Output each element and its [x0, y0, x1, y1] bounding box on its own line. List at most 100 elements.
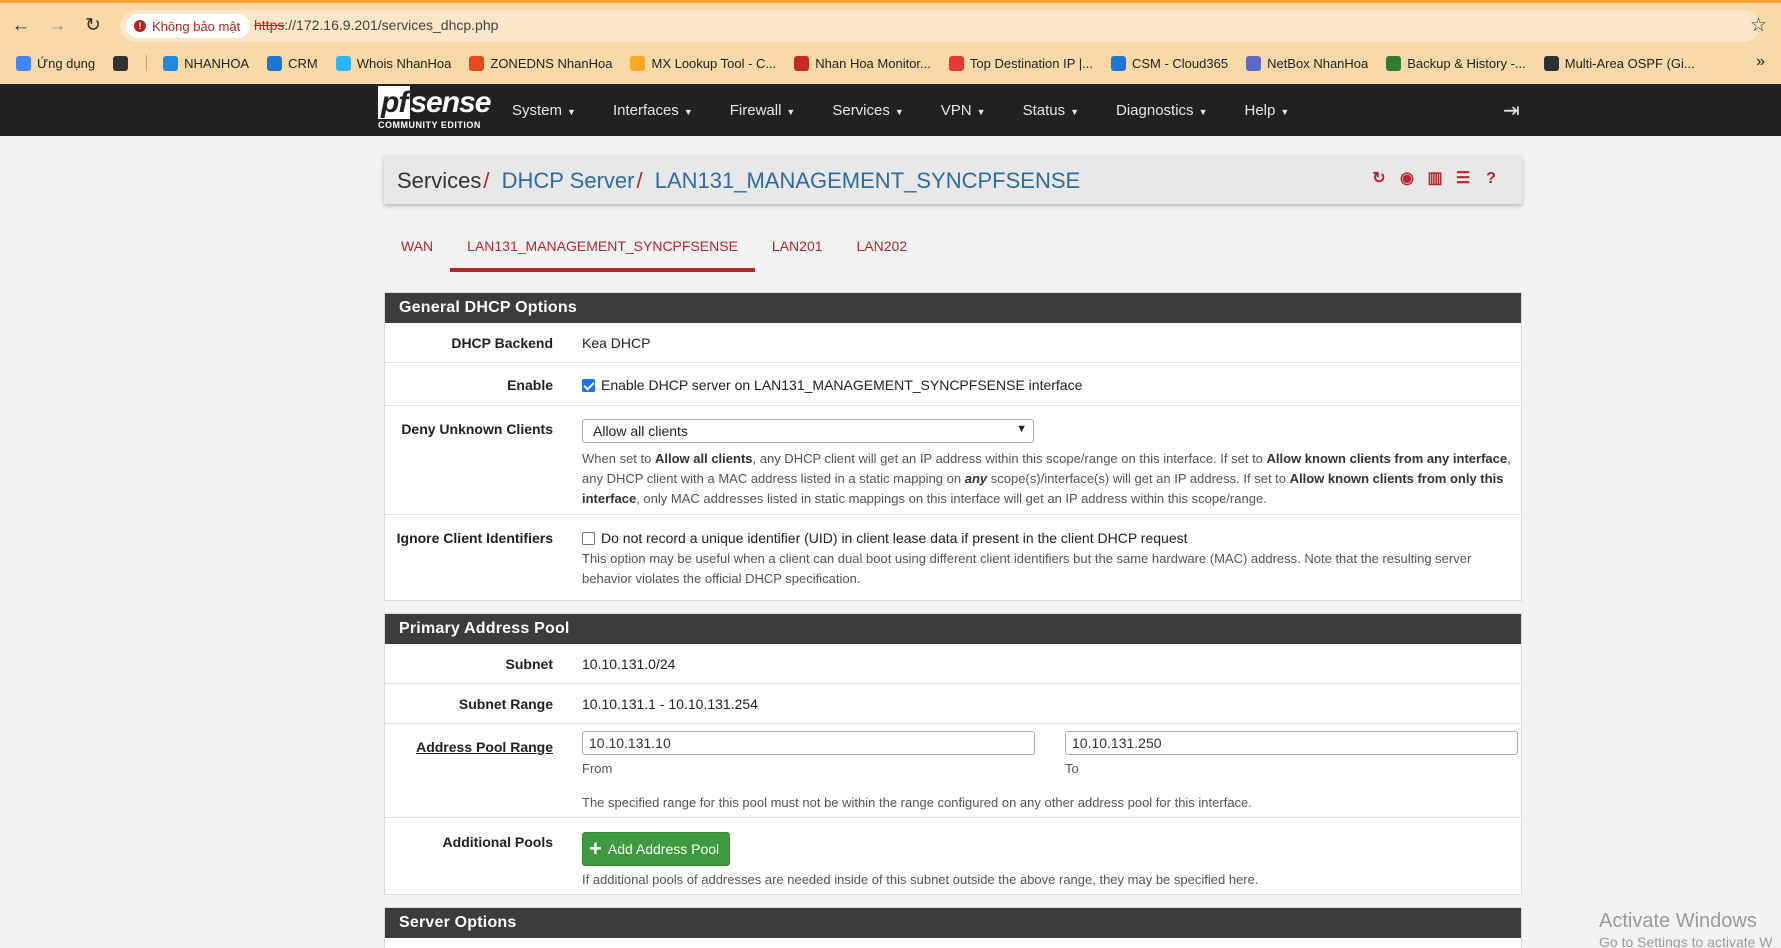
apps-grid-icon [16, 55, 31, 71]
pool-to-input[interactable]: 10.10.131.250 [1065, 731, 1518, 755]
menu-help[interactable]: Help ▼ [1244, 102, 1289, 119]
bookmark-favicon-icon [163, 55, 179, 71]
bookmark-item[interactable]: Multi-Area OSPF (Gi... [1543, 55, 1695, 71]
url-path: ://172.16.9.201/services_dhcp.php [284, 17, 499, 33]
ignore-client-id-help: This option may be useful when a client … [582, 551, 1472, 586]
menu-system[interactable]: System ▼ [512, 102, 576, 119]
bookmark-favicon-icon [794, 55, 810, 71]
add-address-pool-label: Add Address Pool [607, 841, 720, 857]
bookmark-favicon-icon [630, 55, 646, 71]
caret-down-icon: ▼ [567, 106, 576, 117]
bookmark-item[interactable]: CRM [267, 55, 318, 71]
main-menu: System ▼ Interfaces ▼ Firewall ▼ Services ▼ VPN ▼… [512, 84, 1326, 136]
bookmark-item[interactable]: Backup & History -... [1386, 55, 1526, 71]
enable-checkbox[interactable] [582, 379, 595, 392]
bookmark-item[interactable] [113, 55, 129, 71]
primary-pool-title: Primary Address Pool [385, 614, 1521, 644]
menu-vpn[interactable]: VPN ▼ [941, 102, 986, 119]
stop-icon[interactable]: ◉ [1398, 170, 1416, 188]
bookmark-label: ZONEDNS NhanHoa [490, 55, 613, 71]
additional-pools-row: Additional Pools + Add Address Pool If ad… [385, 818, 1521, 896]
forward-icon[interactable]: → [46, 15, 68, 37]
breadcrumb-interface[interactable]: LAN131_MANAGEMENT_SYNCPFSENSE [655, 168, 1080, 193]
status-chart-icon[interactable]: ▥ [1426, 170, 1444, 188]
pool-from-input[interactable]: 10.10.131.10 [582, 731, 1035, 755]
tab-lan202[interactable]: LAN202 [840, 226, 925, 272]
security-chip[interactable]: ! Không bảo mật [126, 14, 251, 38]
server-options-title: Server Options [385, 908, 1521, 938]
menu-diagnostics[interactable]: Diagnostics ▼ [1116, 102, 1207, 119]
add-address-pool-button[interactable]: + Add Address Pool [582, 832, 731, 866]
pool-to-caption: To [1065, 761, 1079, 776]
bookmark-item[interactable]: Top Destination IP |... [948, 55, 1093, 71]
caret-down-icon: ▼ [1070, 106, 1080, 117]
back-icon[interactable]: ← [10, 15, 32, 37]
logs-list-icon[interactable]: ☰ [1454, 170, 1472, 188]
bookmark-item[interactable]: NetBox NhanHoa [1246, 55, 1369, 71]
tab-lan131_management_syncpfsense[interactable]: LAN131_MANAGEMENT_SYNCPFSENSE [450, 226, 755, 272]
restart-icon[interactable]: ↻ [1370, 170, 1388, 188]
bookmark-label: CRM [288, 55, 318, 71]
breadcrumb-dhcp-server[interactable]: DHCP Server [502, 168, 635, 193]
bookmark-label: NetBox NhanHoa [1267, 55, 1369, 71]
activate-windows-watermark: Activate Windows [1599, 910, 1757, 932]
bookmark-item[interactable]: ZONEDNS NhanHoa [469, 55, 613, 71]
more-bookmarks-icon[interactable]: » [1756, 53, 1765, 71]
bookmark-item[interactable]: MX Lookup Tool - C... [630, 55, 776, 71]
bookmark-item[interactable]: Ứng dụng [16, 55, 96, 71]
dhcp-backend-value: Kea DHCP [582, 335, 651, 351]
bookmark-label: Ứng dụng [37, 55, 96, 71]
bookmark-favicon-icon [1110, 55, 1126, 71]
menu-interfaces[interactable]: Interfaces ▼ [613, 102, 693, 119]
bookmark-label: Backup & History -... [1407, 55, 1526, 71]
bookmark-label: Multi-Area OSPF (Gi... [1564, 55, 1695, 71]
menu-services[interactable]: Services ▼ [832, 102, 903, 119]
ignore-client-id-checkbox[interactable] [582, 532, 595, 545]
bookmark-label: CSM - Cloud365 [1131, 55, 1229, 71]
ignore-client-id-field: Do not record a unique identifier (UID) … [582, 530, 1515, 589]
bookmark-favicon-icon [267, 55, 283, 71]
pfsense-logo[interactable]: pf sense COMMUNITY EDITION [378, 86, 491, 130]
menu-firewall[interactable]: Firewall ▼ [730, 102, 796, 119]
bookmark-item[interactable]: Nhan Hoa Monitor... [794, 55, 931, 71]
chevron-down-icon: ▼ [1016, 423, 1027, 435]
additional-pools-help: If additional pools of addresses are nee… [582, 872, 1259, 887]
caret-down-icon: ▼ [1198, 106, 1208, 117]
enable-field: Enable DHCP server on LAN131_MANAGEMENT_… [582, 377, 1515, 393]
menu-label: Interfaces [612, 101, 679, 119]
ignore-client-id-label: Ignore Client Identifiers [396, 530, 553, 546]
deny-unknown-select[interactable]: Allow all clients ▼ [582, 419, 1034, 443]
caret-down-icon: ▼ [1280, 106, 1290, 117]
url-text[interactable]: https://172.16.9.201/services_dhcp.php [254, 17, 498, 33]
bookmark-favicon-icon [335, 55, 351, 71]
bookmark-favicon-icon [469, 55, 485, 71]
bookmark-item[interactable]: Whois NhanHoa [335, 55, 451, 71]
reload-icon[interactable]: ↻ [82, 15, 104, 37]
general-dhcp-title: General DHCP Options [385, 293, 1521, 323]
menu-label: System [512, 101, 563, 119]
tab-lan201[interactable]: LAN201 [755, 226, 840, 272]
activate-windows-subtext: Go to Settings to activate W [1599, 934, 1773, 948]
primary-pool-panel: Primary Address Pool Subnet 10.10.131.0/… [384, 613, 1522, 895]
additional-pools-label: Additional Pools [442, 834, 553, 850]
deny-unknown-label: Deny Unknown Clients [401, 421, 553, 437]
logout-icon[interactable]: ⇥ [1503, 98, 1520, 123]
apps-launcher-icon [113, 55, 129, 71]
subnet-row: Subnet 10.10.131.0/24 [385, 644, 1521, 684]
menu-label: Services [832, 101, 890, 119]
logo-prefix: pf [378, 86, 411, 119]
caret-down-icon: ▼ [894, 106, 904, 117]
menu-status[interactable]: Status ▼ [1023, 102, 1079, 119]
bookmark-item[interactable]: CSM - Cloud365 [1110, 55, 1229, 71]
bookmark-favicon-icon [1543, 55, 1559, 71]
tab-wan[interactable]: WAN [384, 226, 450, 272]
bookmark-item[interactable]: NHANHOA [163, 55, 249, 71]
bookmark-star-icon[interactable]: ☆ [1750, 14, 1767, 37]
ignore-client-id-row: Ignore Client Identifiers Do not record … [385, 515, 1521, 601]
breadcrumb-root: Services [397, 168, 482, 193]
tab-strip-accent [0, 0, 1781, 3]
help-icon[interactable]: ? [1482, 170, 1500, 188]
additional-pools-field: + Add Address Pool If additional pools of… [582, 832, 1515, 890]
menu-label: VPN [940, 101, 972, 119]
address-pool-range-label[interactable]: Address Pool Range [385, 739, 553, 755]
